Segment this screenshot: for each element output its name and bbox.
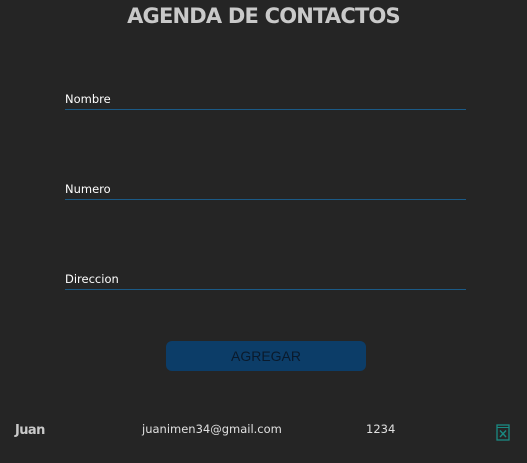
contact-phone: 1234 [366, 422, 396, 436]
contact-name: Juan [15, 423, 45, 438]
address-field [65, 269, 466, 290]
delete-icon[interactable] [496, 424, 510, 441]
name-field [65, 89, 466, 110]
contact-email: juanimen34@gmail.com [142, 422, 282, 436]
contact-row: Juan juanimen34@gmail.com 1234 [0, 416, 527, 446]
name-input[interactable] [65, 89, 466, 109]
number-input[interactable] [65, 179, 466, 199]
address-input[interactable] [65, 269, 466, 289]
number-field [65, 179, 466, 200]
add-contact-button[interactable]: AGREGAR [166, 341, 366, 371]
page-title: AGENDA DE CONTACTOS [127, 4, 401, 28]
